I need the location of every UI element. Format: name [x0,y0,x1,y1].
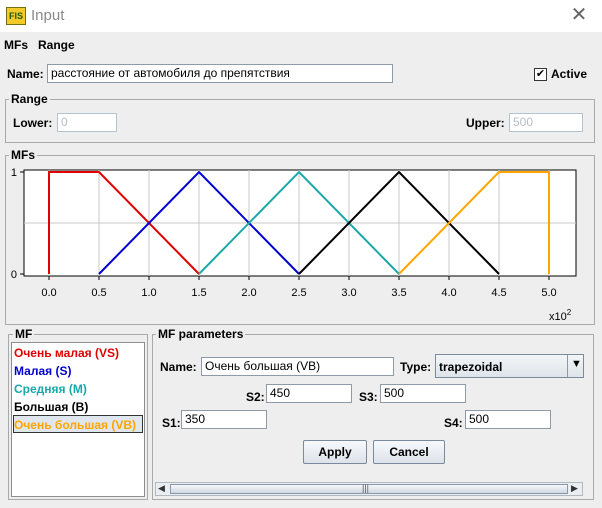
mf-list-item-m[interactable]: Средняя (M) [14,382,87,396]
y-tick-label: 0 [11,269,17,281]
s4-field[interactable]: 500 [465,410,551,429]
mf-type-label: Type: [400,360,432,374]
x-tick-label: 0.0 [41,287,56,299]
s3-label: S3: [359,390,378,404]
variable-name-field[interactable]: расстояние от автомобиля до препятствия [47,64,393,83]
variable-name-label: Name: [7,67,44,81]
upper-label: Upper: [466,116,505,130]
horizontal-scrollbar[interactable]: ◀ ||| ▶ [155,482,583,496]
x-multiplier: x102 [549,308,572,323]
lower-label: Lower: [13,116,53,130]
mf-type-select[interactable]: trapezoidal ▼ [435,354,584,378]
x-tick-label: 3.5 [391,287,406,299]
mf-name-label: Name: [160,360,197,374]
menu-bar [0,32,602,57]
combo-divider [567,355,568,377]
x-tick-label: 1.5 [191,287,206,299]
x-tick-label: 3.0 [341,287,356,299]
menu-mfs[interactable]: MFs [4,38,28,52]
chevron-down-icon[interactable]: ▼ [571,358,582,370]
mf-type-value: trapezoidal [439,360,503,374]
mf-params-title: MF parameters [156,327,246,341]
mf-list-item-b[interactable]: Большая (B) [14,400,88,414]
lower-field[interactable]: 0 [57,113,117,132]
apply-button[interactable]: Apply [303,440,367,464]
s2-field[interactable]: 450 [266,384,352,403]
title-bar [0,0,602,32]
mf-list-title: MF [13,327,35,341]
s4-label: S4: [444,416,463,430]
active-label: Active [551,67,588,81]
x-tick-label: 2.5 [291,287,306,299]
x-tick-label: 5.0 [541,287,556,299]
mf-plot: 0.0 0.5 1.0 1.5 2.0 2.5 3.0 3.5 4.0 4.5 5.0 0 1 x102 [11,167,577,323]
mf-name-field[interactable]: Очень большая (VB) [201,357,394,376]
scroll-right-icon[interactable]: ▶ [571,483,578,494]
s2-label: S2: [246,390,265,404]
mf-list-item-vs[interactable]: Очень малая (VS) [14,346,119,360]
x-tick-label: 0.5 [91,287,106,299]
scroll-grip: ||| [362,483,370,493]
y-tick-label: 1 [11,167,17,179]
range-title: Range [9,92,50,106]
close-icon[interactable]: ✕ [568,4,590,26]
mf-list-item-vb[interactable]: Очень большая (VB) [14,418,136,432]
x-tick-label: 4.5 [491,287,506,299]
x-tick-label: 4.0 [441,287,456,299]
app-icon: FIS [6,7,26,25]
s1-label: S1: [162,416,181,430]
mf-list-item-s[interactable]: Малая (S) [14,364,71,378]
menu-range[interactable]: Range [38,38,75,52]
scroll-left-icon[interactable]: ◀ [158,483,165,494]
x-multiplier-base: x10 [549,311,567,323]
active-checkbox[interactable]: ✔ [534,68,547,81]
s3-field[interactable]: 500 [380,384,466,403]
cancel-button[interactable]: Cancel [373,440,445,464]
x-multiplier-exp: 2 [567,308,572,317]
upper-field[interactable]: 500 [509,113,583,132]
x-tick-label: 1.0 [141,287,156,299]
x-tick-label: 2.0 [241,287,256,299]
window-title: Input [31,7,65,24]
s1-field[interactable]: 350 [181,410,267,429]
